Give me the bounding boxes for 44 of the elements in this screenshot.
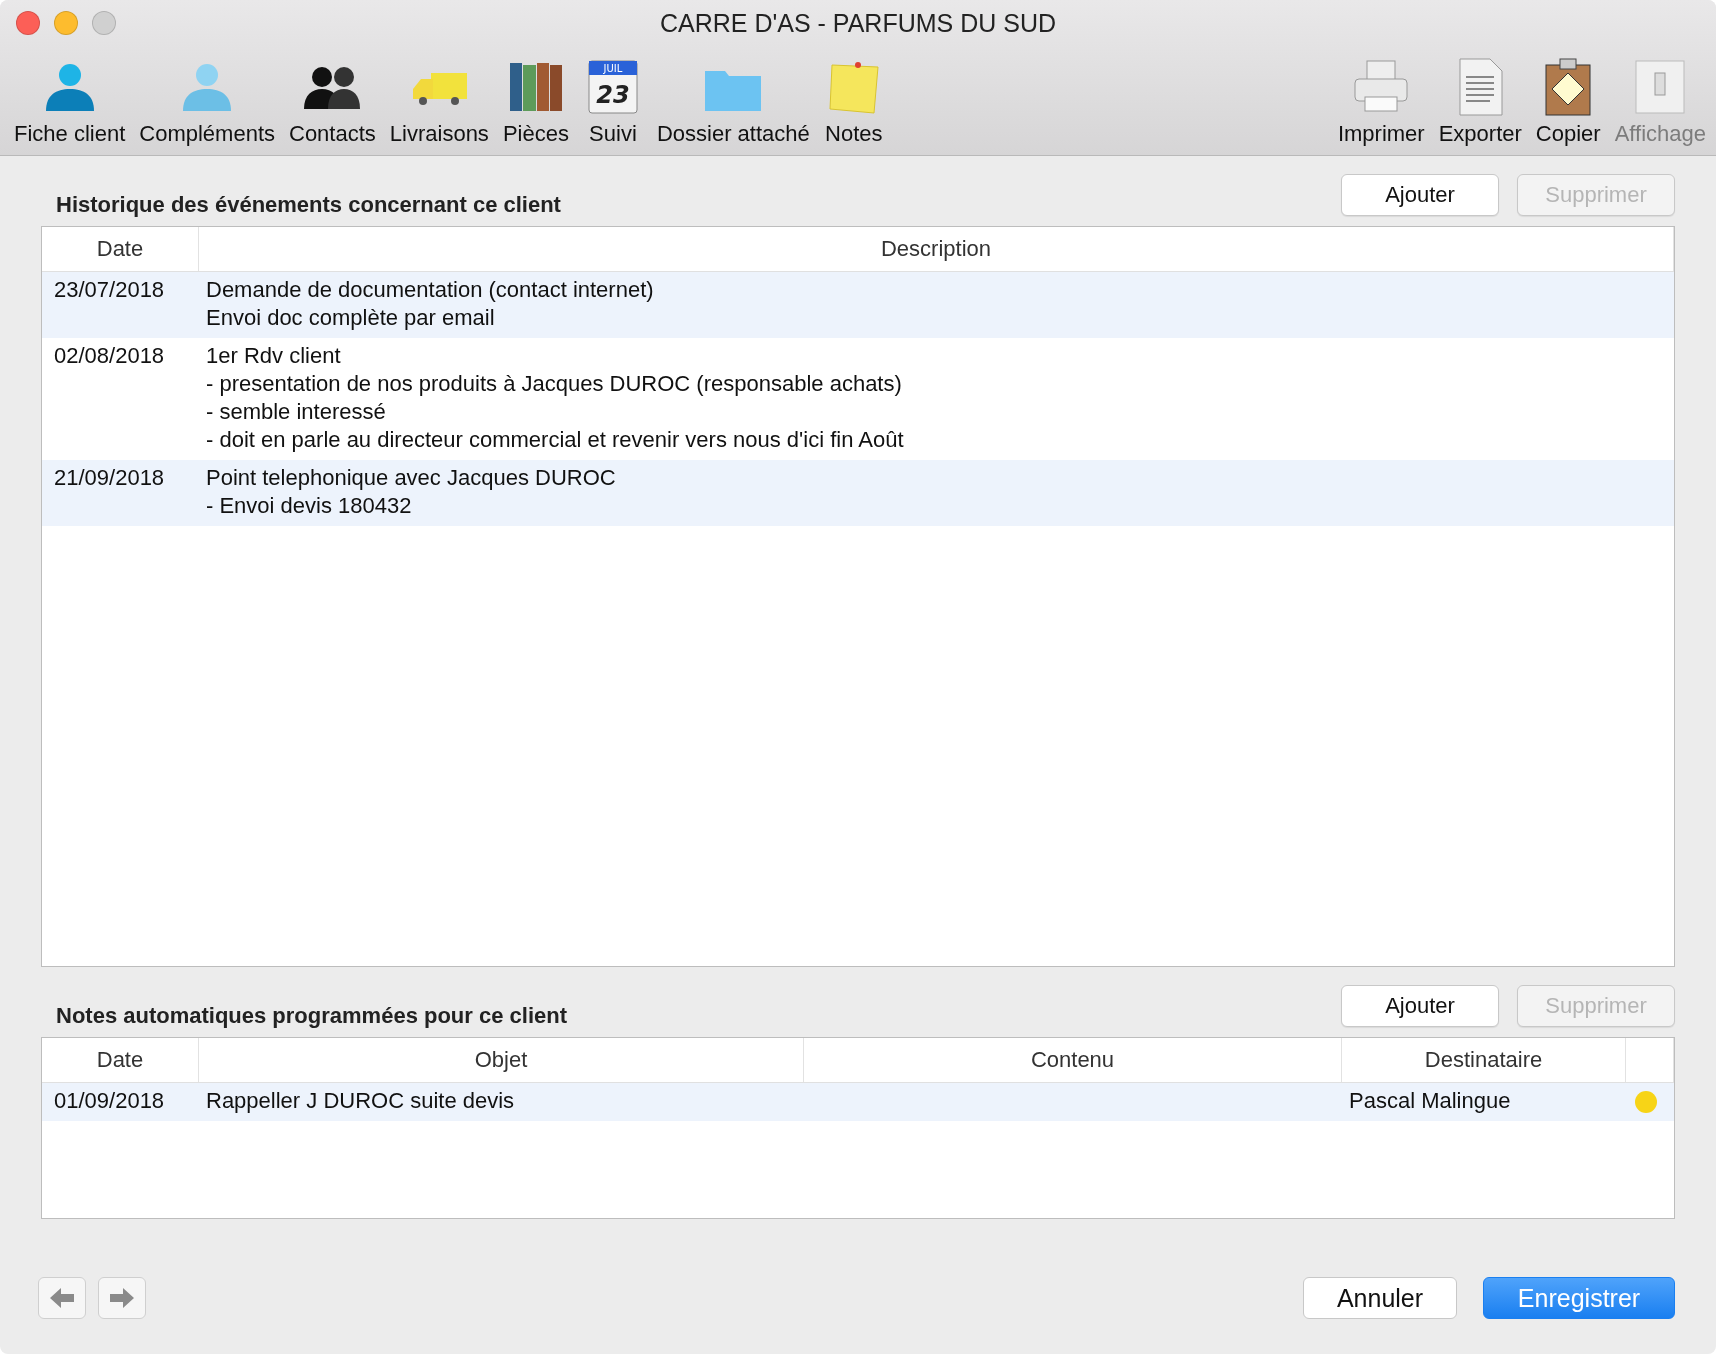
left-arrow-icon (49, 1287, 75, 1309)
forward-button[interactable] (98, 1277, 146, 1319)
back-button[interactable] (38, 1277, 86, 1319)
column-header[interactable]: Description (199, 227, 1674, 271)
toolbar-button[interactable]: Pièces (498, 57, 573, 147)
toolbar-button[interactable]: Compléments (135, 57, 279, 147)
toolbar-button[interactable]: JUIL 23 Suivi (578, 57, 647, 147)
table-action-button[interactable]: Ajouter (1341, 985, 1499, 1027)
toolbar-button[interactable]: Dossier attaché (652, 57, 814, 147)
description-line: Demande de documentation (contact internet) (206, 276, 655, 304)
minimize-button[interactable] (54, 11, 78, 35)
toolbar-button[interactable]: Livraisons (385, 57, 493, 147)
date-cell-text: 23/07/2018 (53, 276, 166, 304)
toolbar-button[interactable]: Contacts (285, 57, 380, 147)
column-header[interactable]: Destinataire (1342, 1038, 1626, 1082)
description-line: Point telephonique avec Jacques DUROC (206, 464, 617, 492)
right-arrow-icon (109, 1287, 135, 1309)
date-cell-text: 02/08/2018 (53, 342, 166, 370)
description-line: - presentation de nos produits à Jacques DUROC (responsable achats) (206, 370, 903, 398)
section-title: Notes automatiques programmées pour ce client (56, 1003, 568, 1029)
recipient-cell-text: Pascal Malingue (1348, 1087, 1512, 1115)
toolbar-button[interactable]: Imprimer (1333, 57, 1429, 147)
description-line: - Envoi devis 180432 (206, 492, 413, 520)
description-line: Envoi doc complète par email (206, 304, 496, 332)
column-header[interactable]: Date (42, 1038, 199, 1082)
toolbar-button[interactable]: Exporter (1434, 57, 1526, 147)
column-header[interactable]: Date (42, 227, 199, 271)
close-button[interactable] (16, 11, 40, 35)
column-header[interactable]: Contenu (804, 1038, 1342, 1082)
description-line: - doit en parle au directeur commercial et revenir vers nous d'ici fin Août (206, 426, 905, 454)
section-title: Historique des événements concernant ce client (56, 192, 561, 218)
object-cell-text: Rappeller J DUROC suite devis (205, 1087, 516, 1115)
table-action-button[interactable]: Ajouter (1341, 174, 1499, 216)
toolbar-button[interactable]: Copier (1531, 57, 1605, 147)
column-header[interactable]: Objet (199, 1038, 804, 1082)
toolbar-button[interactable]: Notes (819, 57, 888, 147)
window-title: CARRE D'AS - PARFUMS DU SUD (660, 8, 1056, 38)
date-cell-text: 01/09/2018 (53, 1087, 166, 1115)
date-cell-text: 21/09/2018 (53, 464, 166, 492)
toolbar-button[interactable]: Fiche client (10, 57, 130, 147)
description-line: 1er Rdv client (206, 342, 342, 370)
zoom-button[interactable] (92, 11, 116, 35)
cancel-button[interactable]: Annuler (1303, 1277, 1457, 1319)
description-line: - semble interessé (206, 398, 387, 426)
